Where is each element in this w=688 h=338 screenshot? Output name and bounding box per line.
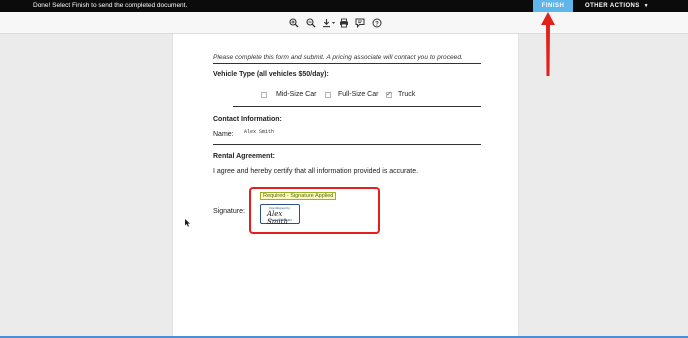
checkbox-truck[interactable]: ✓ xyxy=(386,91,392,98)
zoom-in-icon[interactable] xyxy=(288,17,300,29)
vehicle-type-heading: Vehicle Type (all vehicles $50/day): xyxy=(213,71,329,78)
contact-heading: Contact Information: xyxy=(213,116,282,123)
other-actions-menu[interactable]: OTHER ACTIONS ▼ xyxy=(585,0,649,12)
svg-text:?: ? xyxy=(375,21,379,27)
print-icon[interactable] xyxy=(338,17,350,29)
option-label-truck: Truck xyxy=(398,91,416,98)
agreement-text: I agree and hereby certify that all info… xyxy=(213,168,419,175)
signature-name: Alex Smith xyxy=(267,210,288,226)
arrow-up-annotation-icon xyxy=(541,12,555,76)
zoom-out-icon[interactable] xyxy=(305,17,317,29)
top-bar: Done! Select Finish to send the complete… xyxy=(0,0,688,12)
caret-down-icon: ▼ xyxy=(643,3,650,9)
rental-agreement-heading: Rental Agreement: xyxy=(213,153,275,160)
signature-status-badge: Required - Signature Applied xyxy=(260,192,337,200)
other-actions-label: OTHER ACTIONS xyxy=(585,3,640,9)
divider xyxy=(213,63,481,64)
checkbox-full-size-car[interactable] xyxy=(325,92,331,98)
divider xyxy=(213,144,481,145)
signature-label: Signature: xyxy=(213,208,245,215)
status-message: Done! Select Finish to send the complete… xyxy=(33,2,188,9)
intro-text: Please complete this form and submit. A … xyxy=(213,54,463,61)
document-toolbar: ? xyxy=(0,12,688,34)
name-field[interactable]: Alex Smith xyxy=(244,129,274,135)
option-label-full-size-car: Full-Size Car xyxy=(338,91,379,98)
mouse-cursor-icon xyxy=(185,219,190,227)
download-icon[interactable] xyxy=(321,17,337,29)
checkmark-icon: ✓ xyxy=(386,91,392,98)
signature-id: C7D7F3D8EA5B4E4 xyxy=(268,219,292,222)
document-page: Please complete this form and submit. A … xyxy=(172,34,519,338)
signature-field[interactable]: DocuSigned by: Alex Smith C7D7F3D8EA5B4E… xyxy=(260,204,300,226)
finish-button[interactable]: FINISH xyxy=(533,0,573,12)
divider xyxy=(233,106,481,107)
option-label-mid-size-car: Mid-Size Car xyxy=(276,91,317,98)
name-label: Name: xyxy=(213,131,234,138)
checkbox-mid-size-car[interactable] xyxy=(261,92,267,98)
help-icon[interactable]: ? xyxy=(371,17,383,29)
comment-icon[interactable] xyxy=(354,17,366,29)
